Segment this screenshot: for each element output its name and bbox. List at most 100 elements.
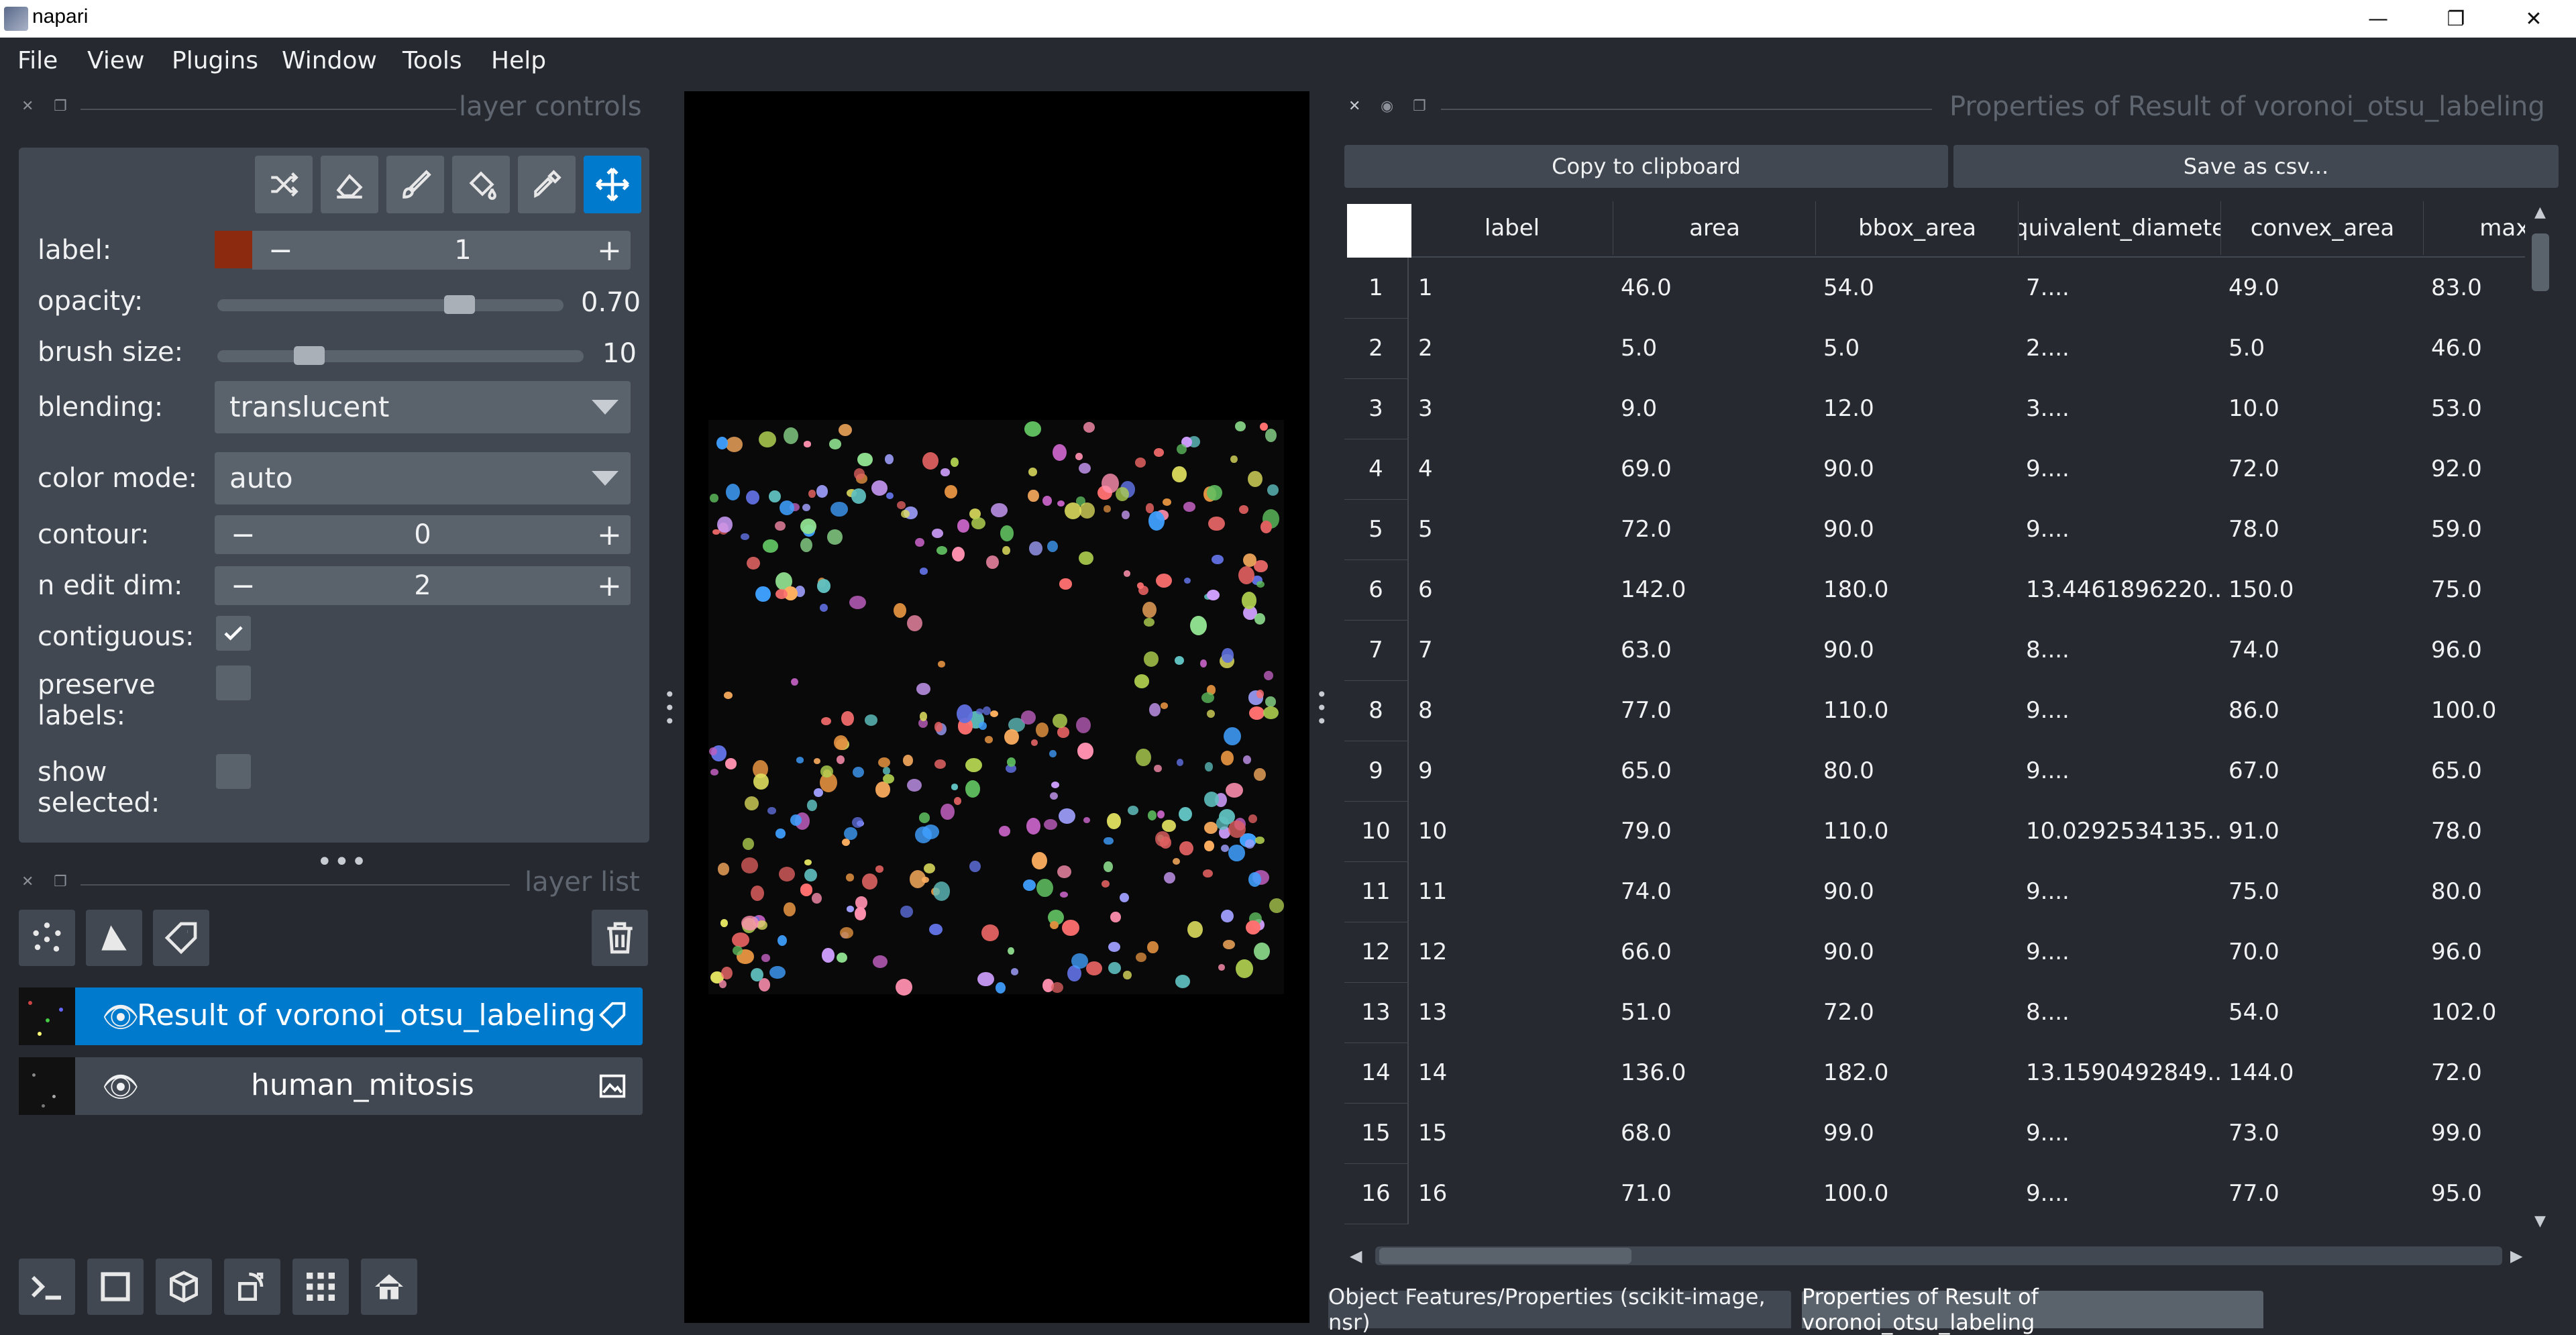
row-header[interactable]: 7 <box>1344 620 1409 681</box>
n-edit-dim-spinbox[interactable]: − 2 + <box>215 566 631 605</box>
shuffle-colors-button[interactable] <box>255 156 313 213</box>
table-cell[interactable]: 10 <box>1411 801 1613 861</box>
table-cell[interactable]: 72.0 <box>1817 982 2018 1043</box>
tab-object-features[interactable]: Object Features/Properties (scikit-image… <box>1328 1284 1791 1335</box>
table-cell[interactable]: 144.0 <box>2222 1043 2423 1103</box>
table-cell[interactable]: 65.0 <box>1614 741 1815 801</box>
table-cell[interactable]: 59.0 <box>2424 499 2525 559</box>
table-cell[interactable]: 9.... <box>2019 1163 2220 1224</box>
scroll-right-icon[interactable]: ▶ <box>2510 1246 2522 1265</box>
horizontal-scroll-thumb[interactable] <box>1379 1248 1631 1264</box>
table-cell[interactable]: 5 <box>1411 499 1613 559</box>
console-button[interactable] <box>19 1259 75 1315</box>
preserve-labels-checkbox[interactable] <box>216 665 251 700</box>
row-header[interactable]: 9 <box>1344 741 1409 802</box>
table-cell[interactable]: 66.0 <box>1614 922 1815 982</box>
table-cell[interactable]: 15 <box>1411 1103 1613 1163</box>
column-header[interactable]: bbox_area <box>1817 201 2019 255</box>
label-spinbox[interactable]: − 1 + <box>215 231 631 270</box>
table-cell[interactable]: 71.0 <box>1614 1163 1815 1224</box>
table-cell[interactable]: 13.1590492849... <box>2019 1043 2220 1103</box>
column-header[interactable]: convex_area <box>2222 201 2424 255</box>
save-as-csv-button[interactable]: Save as csv... <box>1953 145 2559 188</box>
table-cell[interactable]: 10.0 <box>2222 378 2423 439</box>
row-header[interactable]: 8 <box>1344 680 1409 741</box>
table-cell[interactable]: 49.0 <box>2222 258 2423 318</box>
table-corner-button[interactable] <box>1347 204 1411 258</box>
table-cell[interactable]: 78.0 <box>2424 801 2525 861</box>
table-cell[interactable]: 150.0 <box>2222 559 2423 620</box>
table-cell[interactable]: 8.... <box>2019 620 2220 680</box>
column-header[interactable]: quivalent_diamete <box>2019 201 2221 255</box>
table-cell[interactable]: 2.... <box>2019 318 2220 378</box>
new-shapes-layer-button[interactable] <box>86 910 142 966</box>
maximize-button[interactable]: ❐ <box>2419 0 2493 38</box>
table-cell[interactable]: 1 <box>1411 258 1613 318</box>
layer-name[interactable]: human_mitosis <box>251 1068 474 1102</box>
float-dock-icon[interactable]: ❐ <box>1413 98 1428 115</box>
table-cell[interactable]: 7.... <box>2019 258 2220 318</box>
table-cell[interactable]: 102.0 <box>2424 982 2525 1043</box>
pick-tool-button[interactable] <box>518 156 576 213</box>
table-cell[interactable]: 2 <box>1411 318 1613 378</box>
scroll-down-icon[interactable]: ▼ <box>2534 1213 2546 1230</box>
table-cell[interactable]: 72.0 <box>2424 1043 2525 1103</box>
decrement-icon[interactable]: − <box>231 518 256 552</box>
table-cell[interactable]: 99.0 <box>1817 1103 2018 1163</box>
increment-icon[interactable]: + <box>597 518 622 552</box>
table-cell[interactable]: 46.0 <box>1614 258 1815 318</box>
table-cell[interactable]: 14 <box>1411 1043 1613 1103</box>
table-cell[interactable]: 90.0 <box>1817 620 2018 680</box>
decrement-icon[interactable]: − <box>268 233 293 268</box>
contour-spinbox[interactable]: − 0 + <box>215 515 631 554</box>
table-cell[interactable]: 5.0 <box>2222 318 2423 378</box>
table-cell[interactable]: 12.0 <box>1817 378 2018 439</box>
table-cell[interactable]: 54.0 <box>1817 258 2018 318</box>
table-cell[interactable]: 75.0 <box>2222 861 2423 922</box>
brush-size-slider-handle[interactable] <box>293 346 325 365</box>
table-cell[interactable]: 10.0292534135... <box>2019 801 2220 861</box>
table-cell[interactable]: 9.0 <box>1614 378 1815 439</box>
table-cell[interactable]: 77.0 <box>1614 680 1815 741</box>
layer-name[interactable]: Result of voronoi_otsu_labeling <box>137 998 596 1032</box>
table-cell[interactable]: 96.0 <box>2424 922 2525 982</box>
table-cell[interactable]: 77.0 <box>2222 1163 2423 1224</box>
table-cell[interactable]: 11 <box>1411 861 1613 922</box>
table-cell[interactable]: 9 <box>1411 741 1613 801</box>
blending-combobox[interactable]: translucent <box>215 381 631 433</box>
close-dock-icon[interactable]: ✕ <box>21 873 36 890</box>
fill-tool-button[interactable] <box>452 156 510 213</box>
increment-icon[interactable]: + <box>597 233 622 268</box>
vertical-scrollbar[interactable]: ▲ ▼ <box>2528 201 2552 1241</box>
paint-tool-button[interactable] <box>386 156 444 213</box>
row-header[interactable]: 12 <box>1344 922 1409 983</box>
row-header[interactable]: 13 <box>1344 982 1409 1043</box>
table-cell[interactable]: 9.... <box>2019 861 2220 922</box>
table-cell[interactable]: 72.0 <box>2222 439 2423 499</box>
table-cell[interactable]: 96.0 <box>2424 620 2525 680</box>
horizontal-scrollbar[interactable]: ◀ ▶ <box>1344 1242 2532 1269</box>
float-dock-icon[interactable]: ❐ <box>54 98 68 115</box>
table-cell[interactable]: 100.0 <box>1817 1163 2018 1224</box>
new-labels-layer-button[interactable] <box>153 910 209 966</box>
eye-visibility-icon[interactable]: 👁 <box>102 1000 140 1034</box>
table-cell[interactable]: 13.4461896220... <box>2019 559 2220 620</box>
table-cell[interactable]: 6 <box>1411 559 1613 620</box>
menu-help[interactable]: Help <box>491 47 546 74</box>
table-cell[interactable]: 91.0 <box>2222 801 2423 861</box>
table-cell[interactable]: 142.0 <box>1614 559 1815 620</box>
decrement-icon[interactable]: − <box>231 569 256 603</box>
show-selected-checkbox[interactable] <box>216 754 251 789</box>
table-cell[interactable]: 4 <box>1411 439 1613 499</box>
contiguous-checkbox[interactable] <box>216 616 251 651</box>
vertical-scroll-thumb[interactable] <box>2532 233 2549 291</box>
table-cell[interactable]: 90.0 <box>1817 439 2018 499</box>
increment-icon[interactable]: + <box>597 569 622 603</box>
table-cell[interactable]: 63.0 <box>1614 620 1815 680</box>
tab-properties-result[interactable]: Properties of Result of voronoi_otsu_lab… <box>1802 1284 2263 1335</box>
table-cell[interactable]: 5.0 <box>1817 318 2018 378</box>
close-dock-icon[interactable]: ✕ <box>1348 98 1363 115</box>
table-cell[interactable]: 9.... <box>2019 499 2220 559</box>
table-cell[interactable]: 75.0 <box>2424 559 2525 620</box>
column-header[interactable]: area <box>1614 201 1816 255</box>
